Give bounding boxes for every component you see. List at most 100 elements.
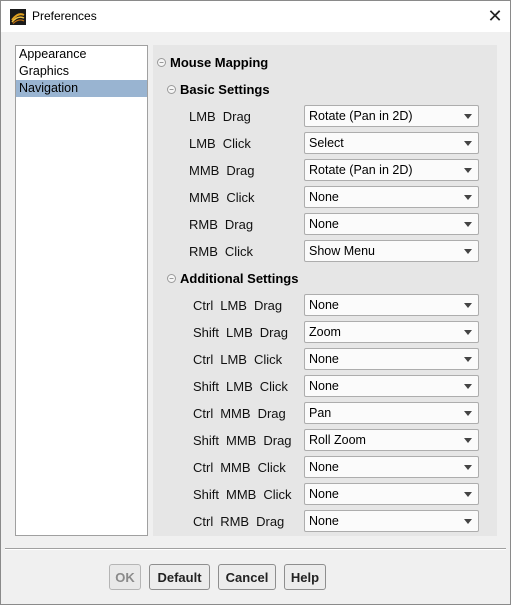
mouse-action-label: Drag	[226, 163, 255, 178]
mapping-dropdown[interactable]: None	[304, 483, 479, 505]
mouse-action-label: Click	[253, 352, 283, 367]
dropdown-value: None	[309, 298, 339, 312]
mapping-dropdown[interactable]: None	[304, 456, 479, 478]
window-title: Preferences	[32, 9, 97, 23]
collapse-icon[interactable]: −	[157, 58, 166, 67]
dropdown-value: Pan	[309, 406, 332, 420]
chevron-down-icon	[464, 492, 472, 497]
modifier-label: Shift	[193, 325, 220, 340]
mouse-button-label: LMB	[226, 379, 253, 394]
title-bar: Preferences ✕	[1, 1, 510, 32]
mapping-dropdown[interactable]: None	[304, 348, 479, 370]
chevron-down-icon	[464, 465, 472, 470]
mapping-dropdown[interactable]: Select	[304, 132, 479, 154]
chevron-down-icon	[464, 141, 472, 146]
collapse-icon[interactable]: −	[167, 85, 176, 94]
mouse-action-label: Click	[224, 244, 254, 259]
mapping-dropdown[interactable]: Show Menu	[304, 240, 479, 262]
dropdown-value: None	[309, 217, 339, 231]
mouse-button-label: MMB	[220, 460, 251, 475]
ok-button[interactable]: OK	[109, 564, 141, 590]
category-list[interactable]: Appearance Graphics Navigation	[15, 45, 148, 536]
mouse-button-label: LMB	[226, 325, 253, 340]
mapping-dropdown[interactable]: None	[304, 186, 479, 208]
sidebar-item-label: Graphics	[19, 64, 70, 78]
close-button[interactable]: ✕	[480, 1, 510, 31]
mapping-label: Ctrl MMB Drag	[193, 406, 286, 421]
mouse-action-label: Click	[226, 190, 255, 205]
dropdown-value: None	[309, 352, 339, 366]
mapping-dropdown[interactable]: None	[304, 294, 479, 316]
modifier-label: Ctrl	[193, 352, 214, 367]
mapping-dropdown[interactable]: None	[304, 213, 479, 235]
mapping-label: RMB Drag	[189, 217, 253, 232]
sidebar-item-label: Appearance	[19, 47, 87, 61]
mapping-dropdown[interactable]: Roll Zoom	[304, 429, 479, 451]
mouse-button-label: RMB	[220, 514, 250, 529]
mouse-button-label: MMB	[226, 433, 257, 448]
modifier-label: Ctrl	[193, 298, 214, 313]
additional-settings-title: Additional Settings	[180, 271, 299, 286]
modifier-label: Shift	[193, 487, 220, 502]
mouse-action-label: Drag	[224, 217, 254, 232]
mapping-dropdown[interactable]: None	[304, 375, 479, 397]
chevron-down-icon	[464, 303, 472, 308]
chevron-down-icon	[464, 411, 472, 416]
basic-settings-title: Basic Settings	[180, 82, 270, 97]
default-button[interactable]: Default	[149, 564, 210, 590]
mapping-dropdown[interactable]: Rotate (Pan in 2D)	[304, 159, 479, 181]
dropdown-value: Rotate (Pan in 2D)	[309, 109, 413, 123]
dropdown-value: None	[309, 190, 339, 204]
dropdown-value: None	[309, 379, 339, 393]
modifier-label: Ctrl	[193, 460, 214, 475]
chevron-down-icon	[464, 222, 472, 227]
modifier-label: Ctrl	[193, 406, 214, 421]
mouse-button-label: RMB	[189, 217, 218, 232]
chevron-down-icon	[464, 330, 472, 335]
chevron-down-icon	[464, 195, 472, 200]
mapping-dropdown[interactable]: Rotate (Pan in 2D)	[304, 105, 479, 127]
mapping-label: Ctrl MMB Click	[193, 460, 286, 475]
chevron-down-icon	[464, 438, 472, 443]
chevron-down-icon	[464, 519, 472, 524]
mouse-button-label: MMB	[189, 163, 220, 178]
mapping-label: RMB Click	[189, 244, 253, 259]
mapping-label: Shift MMB Click	[193, 487, 292, 502]
mouse-action-label: Drag	[263, 433, 292, 448]
chevron-down-icon	[464, 357, 472, 362]
modifier-label: Shift	[193, 379, 220, 394]
dropdown-value: Show Menu	[309, 244, 376, 258]
mapping-dropdown[interactable]: None	[304, 510, 479, 532]
mouse-button-label: MMB	[189, 190, 220, 205]
dropdown-value: Roll Zoom	[309, 433, 366, 447]
sidebar-item-appearance[interactable]: Appearance	[16, 46, 147, 63]
mapping-label: Shift LMB Drag	[193, 325, 288, 340]
mouse-button-label: LMB	[220, 352, 247, 367]
sidebar-item-graphics[interactable]: Graphics	[16, 63, 147, 80]
dropdown-value: None	[309, 514, 339, 528]
help-button[interactable]: Help	[284, 564, 326, 590]
mouse-button-label: LMB	[220, 298, 247, 313]
dropdown-value: None	[309, 460, 339, 474]
mouse-action-label: Drag	[257, 406, 286, 421]
mouse-action-label: Drag	[256, 514, 285, 529]
mouse-button-label: LMB	[189, 109, 216, 124]
preferences-window: Preferences ✕ Appearance Graphics Naviga…	[0, 0, 511, 605]
fluent-app-icon	[10, 9, 26, 25]
dropdown-value: None	[309, 487, 339, 501]
mouse-action-label: Click	[222, 136, 251, 151]
mouse-button-label: LMB	[189, 136, 216, 151]
mapping-label: Ctrl LMB Click	[193, 352, 282, 367]
mouse-action-label: Click	[259, 379, 288, 394]
modifier-label: Shift	[193, 433, 220, 448]
chevron-down-icon	[464, 114, 472, 119]
cancel-button[interactable]: Cancel	[218, 564, 276, 590]
modifier-label: Ctrl	[193, 514, 214, 529]
collapse-icon[interactable]: −	[167, 274, 176, 283]
sidebar-item-navigation[interactable]: Navigation	[16, 80, 147, 97]
mapping-dropdown[interactable]: Pan	[304, 402, 479, 424]
mouse-button-label: RMB	[189, 244, 218, 259]
dropdown-value: Select	[309, 136, 344, 150]
sidebar-item-label: Navigation	[19, 81, 79, 95]
mapping-dropdown[interactable]: Zoom	[304, 321, 479, 343]
